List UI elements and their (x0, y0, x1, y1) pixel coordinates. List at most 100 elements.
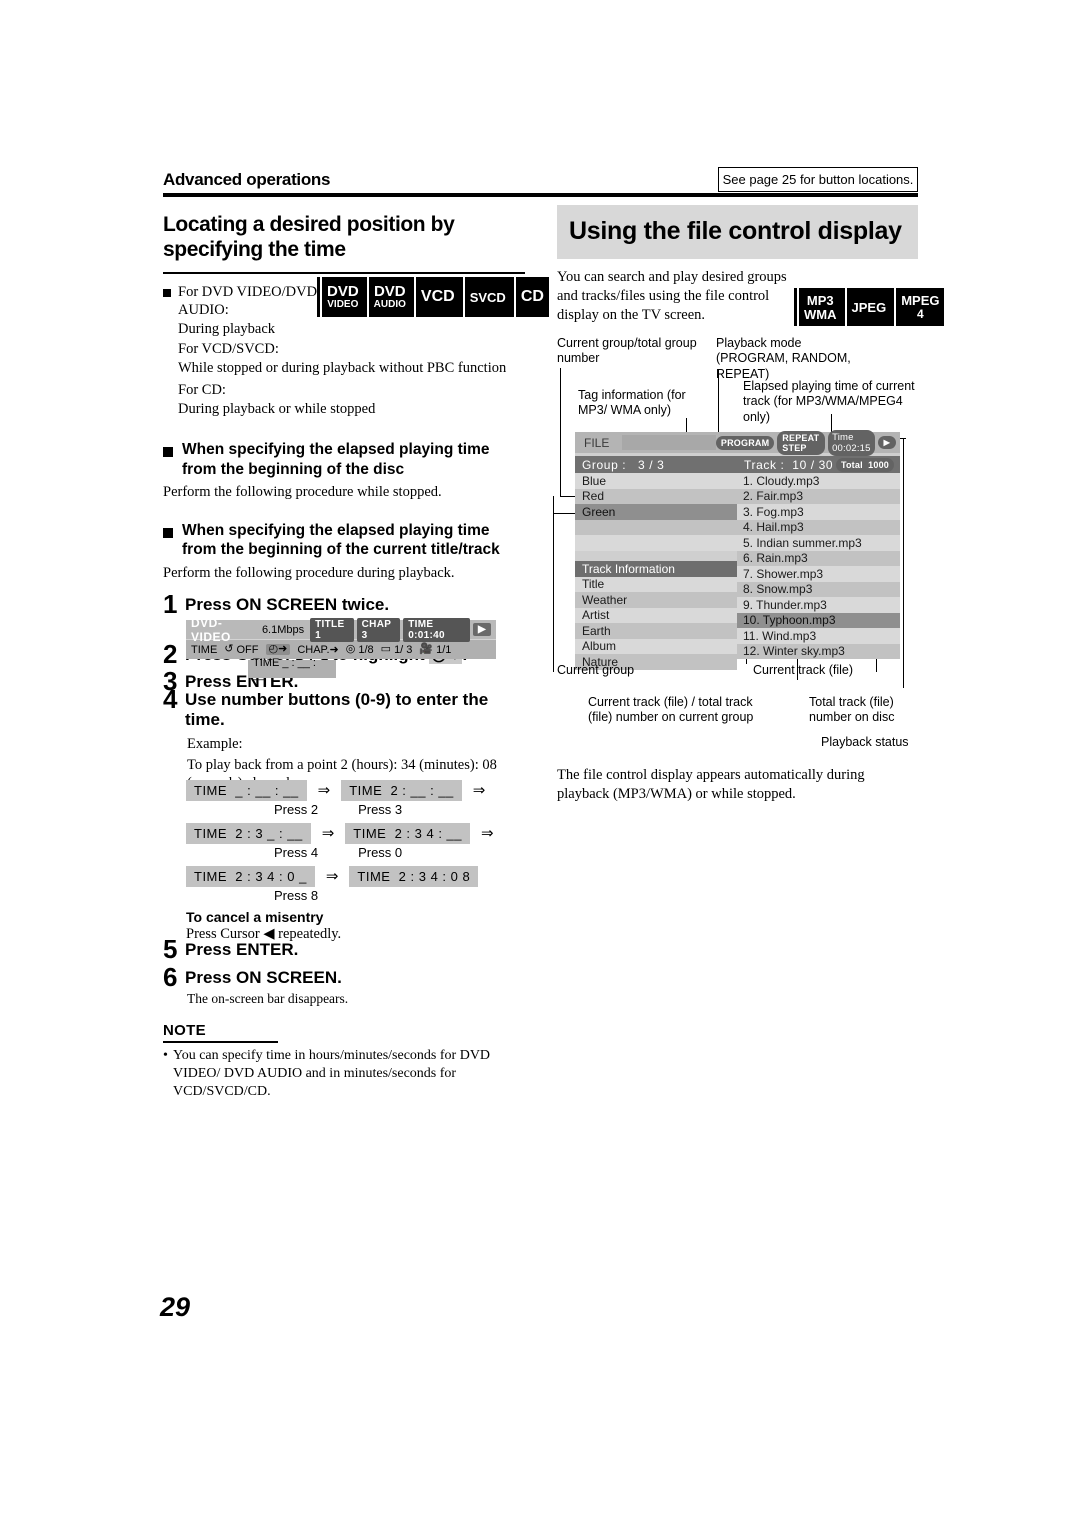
osd-angle-cell: 🎥 1/1 (419, 644, 451, 656)
note-rule (163, 1041, 278, 1044)
list-item[interactable] (575, 519, 737, 535)
osd-audio-value: 1/8 (358, 643, 374, 656)
list-item[interactable]: 9. Thunder.mp3 (737, 597, 900, 613)
elapsed-time-chip: Time 00:02:15 (828, 429, 875, 456)
bullet-square-icon (163, 288, 171, 297)
time-chip-4: TIME 2 : 3 4 : __ (345, 823, 471, 844)
step-4-text: Use number buttons (0-9) to enter the ti… (185, 690, 489, 729)
track-header-bar: Track : 10 / 30 Total 1000 (737, 456, 900, 473)
badge-dvd-video-l1: DVD (327, 283, 359, 300)
list-item[interactable]: 12. Winter sky.mp3 (737, 643, 900, 659)
page-title-right-band: Using the file control display (557, 205, 918, 260)
badge-svcd: SVCD (462, 277, 511, 317)
cancel-misentry-heading: To cancel a misentry (186, 909, 324, 925)
callout-current-track-file: Current track (file) (753, 663, 854, 677)
page-title-right: Using the file control display (569, 217, 902, 245)
panel-gap (575, 550, 737, 561)
list-item[interactable]: 3. Fog.mp3 (737, 504, 900, 520)
section-label: Advanced operations (163, 170, 331, 189)
press-labels-2: Press 4 Press 0 (186, 845, 536, 860)
file-control-display[interactable]: FILE PROGRAM REPEAT STEP Time 00:02:15 ▶… (575, 429, 900, 670)
angle-camera-icon: 🎥 (419, 643, 434, 655)
osd-chapter-label: CHAP.➜ (297, 644, 339, 656)
callout-total-track-disc: Total track (file) number on disc (809, 695, 895, 725)
list-item-selected[interactable]: Green (575, 504, 737, 520)
track-info-row: Artist (575, 607, 737, 623)
time-chip-1: TIME _ : __ : __ (186, 780, 307, 801)
intro-line-1: For DVD VIDEO/DVD AUDIO: (178, 283, 318, 319)
file-format-badges: MP3 WMA JPEG MPEG 4 (797, 288, 945, 326)
list-item[interactable]: 2. Fair.mp3 (737, 488, 900, 504)
badge-mpeg4: MPEG 4 (894, 288, 945, 326)
step-2-number: 2 (163, 639, 178, 670)
note-item: • You can specify time in hours/minutes/… (163, 1047, 525, 1101)
list-item[interactable] (575, 535, 737, 551)
callout-elapsed-time: Elapsed playing time of current track (f… (743, 379, 915, 424)
list-item[interactable]: Blue (575, 473, 737, 489)
step-4-block: 4 Use number buttons (0-9) to enter the … (163, 680, 525, 793)
page-title-left: Locating a desired position by specifyin… (163, 213, 455, 261)
flow-arrow-icon: ⇒ (481, 826, 494, 842)
title-rule-left (163, 271, 525, 274)
time-chip-2: TIME 2 : __ : __ (341, 780, 462, 801)
list-item[interactable]: 11. Wind.mp3 (737, 628, 900, 644)
osd-repeat-value: OFF (236, 643, 259, 656)
tag-information-field (622, 435, 716, 450)
see-page-note: See page 25 for button locations. (718, 167, 918, 192)
note-heading: NOTE (163, 1022, 206, 1040)
flow-arrow-icon: ⇒ (472, 783, 486, 799)
time-search-icon: ◴➜ (268, 643, 288, 655)
list-item[interactable]: Red (575, 488, 737, 504)
step-5-text: Press ENTER. (185, 940, 299, 959)
note-item-text: You can specify time in hours/minutes/se… (173, 1048, 491, 1100)
play-status-icon: ▶ (877, 436, 896, 449)
leader-line (560, 466, 562, 496)
list-item[interactable]: 7. Shower.mp3 (737, 566, 900, 582)
callout-current-group-total: Current group/total group number (557, 336, 697, 366)
badge-vcd-l1: VCD (420, 288, 455, 305)
list-item[interactable]: 1. Cloudy.mp3 (737, 473, 900, 489)
badge-mp3-l2: WMA (804, 306, 837, 322)
subtitle-icon: ▭ (380, 643, 392, 655)
press-label-1: Press 2 (274, 802, 319, 817)
step-1-number: 1 (163, 588, 178, 619)
subhead-1-text: When specifying the elapsed playing time… (182, 441, 490, 478)
badge-dvd-video: DVD VIDEO (320, 277, 364, 317)
subhead-1: When specifying the elapsed playing time… (163, 440, 525, 479)
osd-time-entry-field[interactable]: TIME _ : __ : __ (248, 657, 336, 681)
page-number: 29 (160, 1292, 191, 1322)
badge-mp3-wma: MP3 WMA (797, 288, 842, 326)
leader-line (903, 438, 905, 688)
press-label-2: Press 3 (358, 802, 403, 817)
osd-title-chip: TITLE 1 (310, 617, 354, 642)
step-1-text: Press ON SCREEN twice. (185, 594, 390, 614)
intro-line-4: While stopped or during playback without… (178, 359, 507, 376)
time-flow-row-3: TIME 2 : 3 4 : 0 _ ⇒ TIME 2 : 3 4 : 0 8 (186, 866, 536, 887)
list-item[interactable]: 6. Rain.mp3 (737, 550, 900, 566)
list-item[interactable]: 5. Indian summer.mp3 (737, 535, 900, 551)
list-item[interactable]: 8. Snow.mp3 (737, 581, 900, 597)
badge-dvd-audio-l1: DVD (373, 283, 406, 300)
callout-tag-information: Tag information (for MP3/ WMA only) (578, 388, 686, 418)
track-information-header: Track Information (575, 560, 737, 577)
subhead-2: When specifying the elapsed playing time… (163, 521, 525, 560)
intro-line-6: During playback or while stopped (178, 400, 376, 417)
example-label: Example: (187, 736, 243, 753)
osd-time-label: TIME (191, 643, 218, 656)
step-6-text: Press ON SCREEN. (185, 967, 342, 987)
badge-mpeg-l1: MPEG (901, 293, 940, 308)
osd-time-search-cell[interactable]: ◴➜ (265, 643, 291, 655)
track-info-row: Album (575, 638, 737, 654)
press-labels-3: Press 8 (186, 888, 536, 903)
osd-chapter-search-cell[interactable]: CHAP.➜ (297, 643, 338, 656)
callout-current-track-of-total: Current track (file) / total track (file… (588, 695, 754, 725)
group-panel: Group : 3 / 3 Blue Red Green Track Infor… (575, 456, 737, 670)
leader-line (553, 496, 555, 672)
header-rule (163, 193, 918, 197)
osd-angle-value: 1/1 (436, 643, 452, 656)
list-item-selected[interactable]: 10. Typhoon.mp3 (737, 612, 900, 628)
flow-arrow-icon: ⇒ (321, 826, 335, 842)
list-item[interactable]: 4. Hail.mp3 (737, 519, 900, 535)
callout-playback-status: Playback status (821, 735, 909, 749)
callout-playback-mode: Playback mode (PROGRAM, RANDOM, REPEAT) (716, 336, 851, 381)
